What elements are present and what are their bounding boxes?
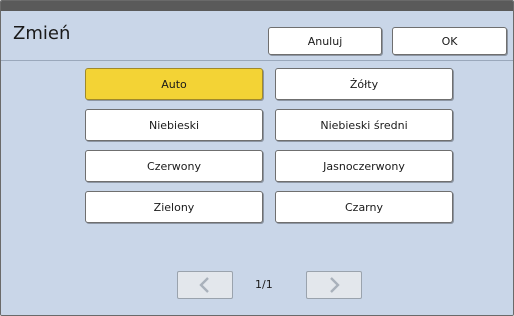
page-indicator: 1/1 — [255, 278, 273, 291]
color-option-green[interactable]: Zielony — [85, 191, 263, 223]
ok-button[interactable]: OK — [392, 27, 507, 55]
dialog-header: Zmień Anuluj OK — [1, 11, 513, 61]
change-color-dialog: Zmień Anuluj OK Auto Żółty Niebieski Nie… — [0, 0, 514, 316]
chevron-right-icon — [330, 277, 340, 293]
color-option-blue[interactable]: Niebieski — [85, 109, 263, 141]
cancel-button[interactable]: Anuluj — [268, 27, 382, 55]
color-option-yellow[interactable]: Żółty — [275, 68, 453, 100]
color-option-red[interactable]: Czerwony — [85, 150, 263, 182]
color-options-panel: Auto Żółty Niebieski Niebieski średni Cz… — [1, 61, 513, 315]
color-option-auto[interactable]: Auto — [85, 68, 263, 100]
dialog-title: Zmień — [13, 23, 71, 44]
top-band — [1, 1, 513, 11]
previous-page-button[interactable] — [177, 271, 233, 299]
next-page-button[interactable] — [306, 271, 362, 299]
color-option-black[interactable]: Czarny — [275, 191, 453, 223]
color-option-medium-blue[interactable]: Niebieski średni — [275, 109, 453, 141]
color-option-light-red[interactable]: Jasnoczerwony — [275, 150, 453, 182]
chevron-left-icon — [199, 277, 209, 293]
